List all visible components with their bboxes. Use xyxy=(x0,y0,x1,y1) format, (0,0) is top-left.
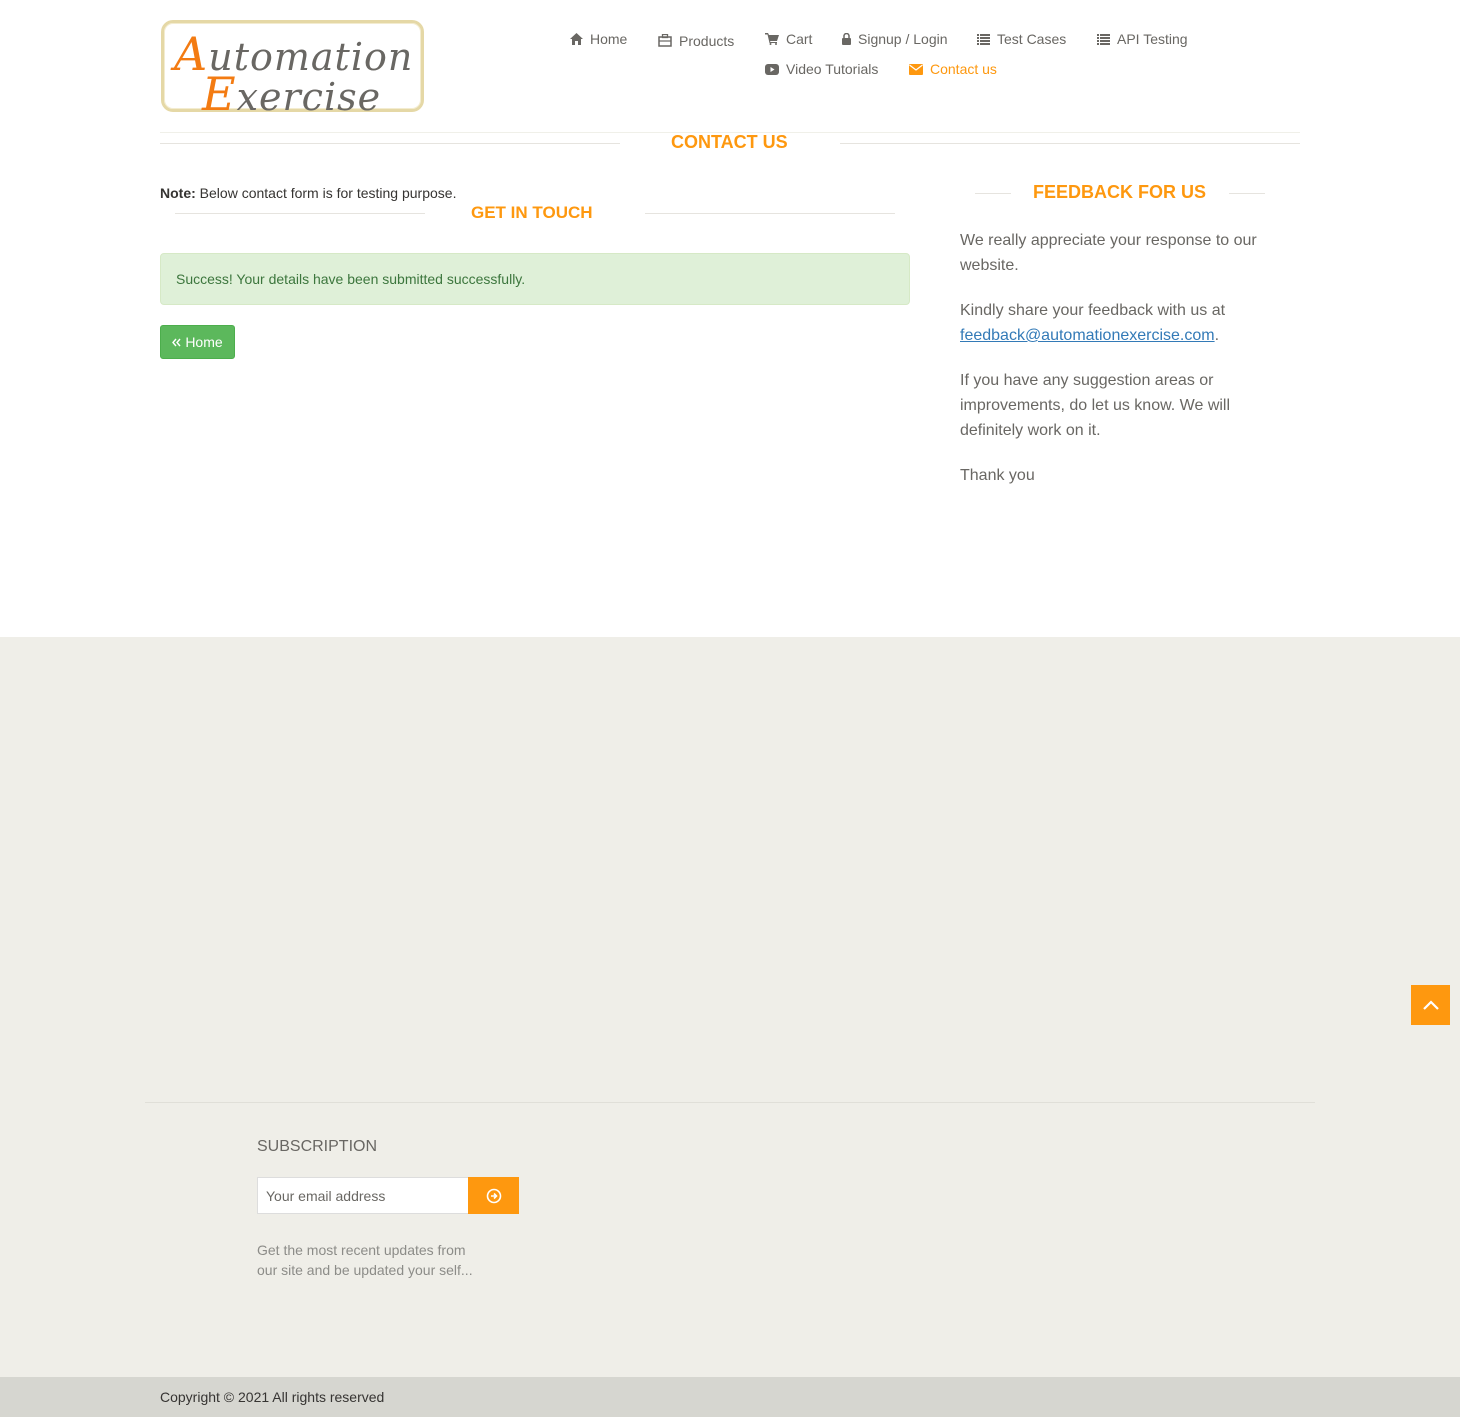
feedback-paragraph-3: If you have any suggestion areas or impr… xyxy=(960,372,1231,439)
chevron-up-icon xyxy=(1422,1000,1439,1010)
feedback-line-left xyxy=(975,193,1011,194)
nav-signup-login-label: Signup / Login xyxy=(858,31,948,47)
home-icon xyxy=(570,33,583,45)
feedback-line-right xyxy=(1229,193,1265,194)
lock-icon xyxy=(842,33,851,45)
subscription-description: Get the most recent updates from our sit… xyxy=(257,1242,473,1278)
feedback-title: Feedback For Us xyxy=(1033,182,1207,202)
footer xyxy=(0,637,1460,1377)
nav-cart-label: Cart xyxy=(786,31,813,47)
nav-cart[interactable]: Cart xyxy=(765,31,812,47)
feedback-email-link[interactable]: feedback@automationexercise.com xyxy=(960,327,1215,344)
footer-divider xyxy=(145,1102,1315,1103)
feedback-paragraph-1: We really appreciate your response to ou… xyxy=(960,232,1257,274)
nav-home[interactable]: Home xyxy=(570,31,627,47)
arrow-circle-right-icon xyxy=(486,1188,501,1203)
products-icon xyxy=(658,33,672,47)
success-alert: Success! Your details have been submitte… xyxy=(160,253,910,305)
nav-contact-us[interactable]: Contact us xyxy=(909,61,997,77)
list-icon xyxy=(1097,33,1110,45)
subscription-email-input[interactable] xyxy=(257,1177,469,1214)
nav-video-tutorials[interactable]: Video Tutorials xyxy=(765,61,878,77)
home-button-label: Home xyxy=(185,334,223,350)
feedback-paragraph-4: Thank you xyxy=(960,467,1035,484)
nav-signup-login[interactable]: Signup / Login xyxy=(842,31,948,47)
title-line-left xyxy=(160,143,620,144)
envelope-icon xyxy=(909,63,923,75)
success-alert-text: Success! Your details have been submitte… xyxy=(176,271,526,287)
logo-line-2: Exercise xyxy=(202,67,382,121)
home-button[interactable]: Home xyxy=(160,325,235,359)
scroll-up-button[interactable] xyxy=(1411,985,1450,1025)
nav-api-testing[interactable]: API Testing xyxy=(1097,31,1188,47)
list-icon xyxy=(977,33,990,45)
title-line-right xyxy=(840,143,1300,144)
page-title: Contact Us xyxy=(671,132,788,152)
feedback-paragraph-2: Kindly share your feedback with us at fe… xyxy=(960,302,1226,344)
subscription-title: Subscription xyxy=(257,1138,378,1155)
copyright-text: Copyright © 2021 All rights reserved xyxy=(160,1389,385,1405)
get-in-touch-line-right xyxy=(645,213,895,214)
get-in-touch-title: Get In Touch xyxy=(471,203,593,222)
get-in-touch-line-left xyxy=(175,213,425,214)
site-logo[interactable]: Automation Exercise xyxy=(161,20,424,121)
nav-products[interactable]: Products xyxy=(658,31,734,49)
double-chevron-left-icon xyxy=(172,338,181,346)
subscribe-button[interactable] xyxy=(468,1177,519,1214)
form-note: Note: Below contact form is for testing … xyxy=(160,185,457,201)
nav-test-cases[interactable]: Test Cases xyxy=(977,31,1066,47)
nav-test-cases-label: Test Cases xyxy=(997,31,1067,47)
nav-api-testing-label: API Testing xyxy=(1117,31,1188,47)
nav-contact-us-label: Contact us xyxy=(930,61,997,77)
nav-home-label: Home xyxy=(590,31,628,47)
youtube-icon xyxy=(765,63,779,75)
nav-products-label: Products xyxy=(679,33,735,49)
cart-icon xyxy=(765,33,779,45)
nav-video-tutorials-label: Video Tutorials xyxy=(786,61,879,77)
